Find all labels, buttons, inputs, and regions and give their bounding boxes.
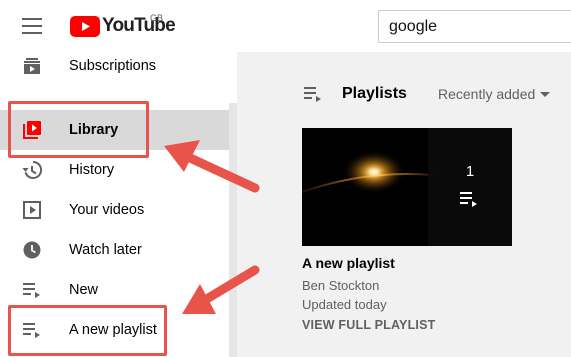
watch-later-icon: [23, 241, 41, 259]
view-full-playlist-link[interactable]: VIEW FULL PLAYLIST: [302, 318, 435, 332]
playlist-updated: Updated today: [302, 297, 387, 312]
playlist-highlight-box: [8, 305, 167, 356]
sort-dropdown[interactable]: Recently added: [438, 86, 551, 102]
youtube-play-icon: [70, 15, 100, 37]
playlist-thumbnail-overlay: 1: [428, 128, 512, 246]
playlist-icon: [460, 192, 477, 207]
search-input[interactable]: [378, 10, 571, 43]
sidebar-item-your-videos[interactable]: Your videos: [0, 190, 229, 230]
playlist-thumbnail[interactable]: 1: [302, 128, 512, 246]
sidebar-item-label: Watch later: [69, 242, 142, 258]
your-videos-icon: [23, 201, 41, 219]
library-highlight-box: [8, 101, 149, 158]
sidebar-item-playlist-new[interactable]: New: [0, 270, 229, 310]
caret-down-icon: [540, 91, 551, 97]
playlist-icon: [23, 283, 40, 298]
logo-text: YouTube: [102, 15, 176, 36]
sidebar-item-label: New: [69, 282, 99, 298]
sidebar-scrollbar[interactable]: [229, 103, 237, 357]
logo-country-code: GB: [150, 13, 164, 23]
video-count: 1: [465, 163, 475, 180]
sidebar-item-label: Subscriptions: [69, 58, 157, 74]
menu-icon[interactable]: [22, 18, 42, 34]
top-bar: YouTube GB: [0, 0, 571, 52]
playlist-title[interactable]: A new playlist: [302, 255, 395, 271]
playlist-owner[interactable]: Ben Stockton: [302, 278, 379, 293]
sidebar-item-subscriptions[interactable]: Subscriptions: [0, 46, 229, 86]
section-title: Playlists: [342, 85, 407, 102]
playlist-icon: [304, 87, 321, 102]
subscriptions-icon: [24, 58, 40, 74]
sidebar-item-label: History: [69, 162, 115, 178]
sidebar-item-label: Your videos: [69, 202, 145, 218]
sidebar-item-watch-later[interactable]: Watch later: [0, 230, 229, 270]
sort-label: Recently added: [438, 86, 536, 102]
history-icon: [22, 160, 42, 179]
